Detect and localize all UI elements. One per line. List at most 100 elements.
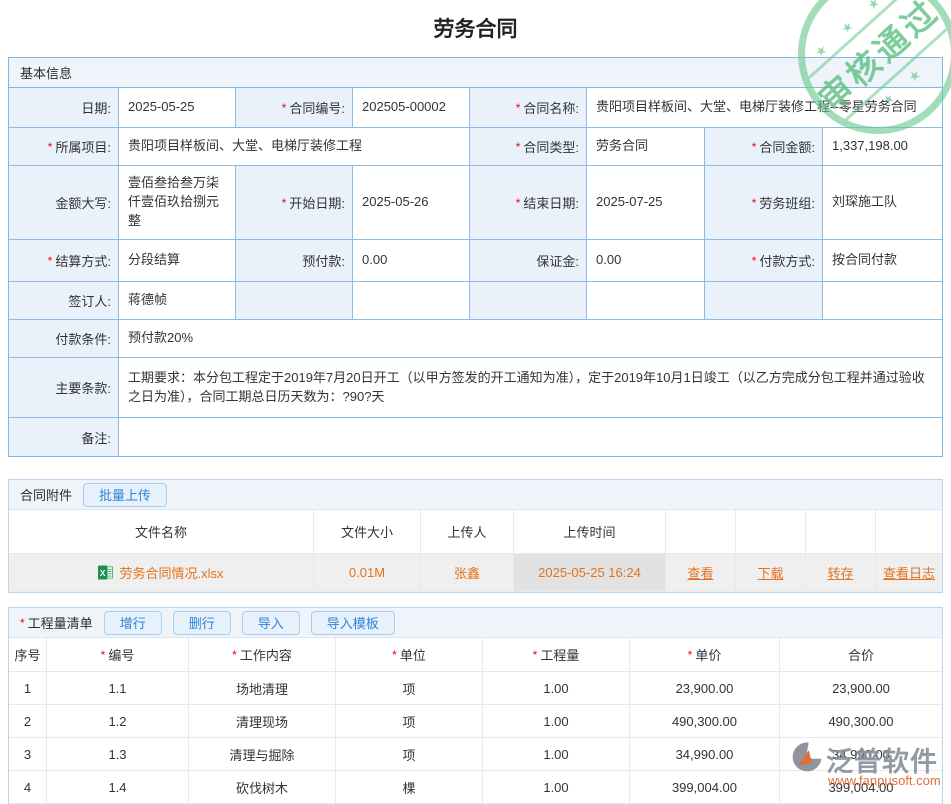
col-header-empty xyxy=(876,510,942,554)
label-text: 结算方式: xyxy=(55,251,111,270)
col-header-upload-time: 上传时间 xyxy=(514,510,666,554)
label-text: 金额大写: xyxy=(55,193,111,212)
header-text: 编号 xyxy=(108,645,134,664)
col-header-total: 合价 xyxy=(780,638,942,672)
boq-cell-content: 场地清理 xyxy=(189,672,336,705)
header-text: 工程量 xyxy=(540,645,579,664)
view-log-link[interactable]: 查看日志 xyxy=(883,563,935,582)
required-marker: * xyxy=(516,140,521,154)
labor-team-label: *劳务班组: xyxy=(705,166,823,240)
boq-cell-sn: 1 xyxy=(9,672,47,705)
value-text: 劳务合同 xyxy=(596,137,648,156)
main-terms-label: 主要条款: xyxy=(9,358,119,418)
required-marker: * xyxy=(48,254,53,268)
boq-cell-qty: 1.00 xyxy=(483,672,630,705)
svg-text:X: X xyxy=(100,568,106,578)
start-date-label: *开始日期: xyxy=(236,166,353,240)
required-marker: * xyxy=(48,140,53,154)
amount-words-value: 壹佰叁拾叁万柒仟壹佰玖拾捌元整 xyxy=(119,166,236,240)
boq-cell-sn: 4 xyxy=(9,771,47,804)
value-text: 202505-00002 xyxy=(362,98,446,117)
required-marker: * xyxy=(752,254,757,268)
amount-words-label: 金额大写: xyxy=(9,166,119,240)
col-header-content: *工作内容 xyxy=(189,638,336,672)
value-text: 工期要求：本分包工程定于2019年7月20日开工（以甲方签发的开工通知为准），定… xyxy=(128,369,933,407)
contract-amount-label: *合同金额: xyxy=(705,128,823,166)
label-text: 保证金: xyxy=(536,251,579,270)
empty-cell xyxy=(705,282,823,320)
col-header-uploader: 上传人 xyxy=(421,510,514,554)
col-header-empty xyxy=(666,510,736,554)
boq-table: 序号 *编号 *工作内容 *单位 *工程量 *单价 合价 1 1.1 场地清理 … xyxy=(9,638,942,804)
col-header-price: *单价 xyxy=(630,638,780,672)
boq-cell-qty: 1.00 xyxy=(483,738,630,771)
payment-method-label: *付款方式: xyxy=(705,240,823,282)
contract-type-label: *合同类型: xyxy=(470,128,587,166)
import-template-button[interactable]: 导入模板 xyxy=(311,611,395,635)
payment-method-value: 按合同付款 xyxy=(823,240,942,282)
boq-cell-code: 1.1 xyxy=(47,672,189,705)
boq-cell-price: 23,900.00 xyxy=(630,672,780,705)
required-marker: * xyxy=(20,616,25,630)
value-text: 贵阳项目样板间、大堂、电梯厅装修工程--零星劳务合同 xyxy=(596,98,917,117)
value-text: 0.00 xyxy=(362,251,387,270)
empty-cell xyxy=(470,282,587,320)
basic-info-grid: 日期: 2025-05-25 *合同编号: 202505-00002 *合同名称… xyxy=(9,88,942,456)
file-action-cell: 查看日志 xyxy=(876,554,942,592)
value-text: 蒋德帧 xyxy=(128,291,167,310)
value-text: 按合同付款 xyxy=(832,251,897,270)
label-text: 劳务班组: xyxy=(759,193,815,212)
col-header-unit: *单位 xyxy=(336,638,483,672)
empty-cell xyxy=(587,282,705,320)
labor-contract-page: 劳务合同 ★ ★ ★ 审核通过 ★ ★ 基本信息 日期: 2025-05-25 … xyxy=(0,0,951,804)
boq-cell-sn: 3 xyxy=(9,738,47,771)
boq-cell-unit: 项 xyxy=(336,705,483,738)
attachments-header: 合同附件 批量上传 xyxy=(9,480,942,510)
label-text: 备注: xyxy=(81,428,111,447)
col-header-empty xyxy=(806,510,876,554)
delete-row-button[interactable]: 删行 xyxy=(173,611,231,635)
boq-title: 工程量清单 xyxy=(28,613,93,632)
required-marker: * xyxy=(392,648,397,662)
label-text: 预付款: xyxy=(302,251,345,270)
attachments-panel: 合同附件 批量上传 文件名称 文件大小 上传人 上传时间 xyxy=(8,479,943,593)
label-text: 合同类型: xyxy=(523,137,579,156)
required-marker: * xyxy=(752,140,757,154)
required-marker: * xyxy=(516,101,521,115)
start-date-value: 2025-05-26 xyxy=(353,166,470,240)
empty-cell xyxy=(236,282,353,320)
file-action-cell: 下载 xyxy=(736,554,806,592)
boq-cell-code: 1.3 xyxy=(47,738,189,771)
label-text: 所属项目: xyxy=(55,137,111,156)
col-header-file-name: 文件名称 xyxy=(9,510,314,554)
download-link[interactable]: 下载 xyxy=(757,563,783,582)
batch-upload-button[interactable]: 批量上传 xyxy=(83,483,167,507)
value-text: 刘琛施工队 xyxy=(832,193,897,212)
payment-terms-label: 付款条件: xyxy=(9,320,119,358)
contract-name-label: *合同名称: xyxy=(470,88,587,128)
label-text: 签订人: xyxy=(68,291,111,310)
label-text: 合同名称: xyxy=(523,98,579,117)
save-as-link[interactable]: 转存 xyxy=(827,563,853,582)
excel-file-icon: X xyxy=(98,565,113,580)
boq-cell-content: 砍伐树木 xyxy=(189,771,336,804)
import-button[interactable]: 导入 xyxy=(242,611,300,635)
label-text: 付款条件: xyxy=(55,329,111,348)
payment-terms-value: 预付款20% xyxy=(119,320,942,358)
remark-label: 备注: xyxy=(9,418,119,456)
file-name-link[interactable]: 劳务合同情况.xlsx xyxy=(119,563,223,582)
empty-cell xyxy=(823,282,942,320)
value-text: 1,337,198.00 xyxy=(832,137,908,156)
boq-header: * 工程量清单 增行 删行 导入 导入模板 xyxy=(9,608,942,638)
required-marker: * xyxy=(101,648,106,662)
end-date-value: 2025-07-25 xyxy=(587,166,705,240)
label-text: 合同金额: xyxy=(759,137,815,156)
attachments-table: 文件名称 文件大小 上传人 上传时间 X xyxy=(9,510,942,592)
boq-cell-content: 清理现场 xyxy=(189,705,336,738)
contract-type-value: 劳务合同 xyxy=(587,128,705,166)
col-header-qty: *工程量 xyxy=(483,638,630,672)
project-value: 贵阳项目样板间、大堂、电梯厅装修工程 xyxy=(119,128,470,166)
view-link[interactable]: 查看 xyxy=(687,563,713,582)
file-upload-time-cell: 2025-05-25 16:24 xyxy=(514,554,666,592)
add-row-button[interactable]: 增行 xyxy=(104,611,162,635)
